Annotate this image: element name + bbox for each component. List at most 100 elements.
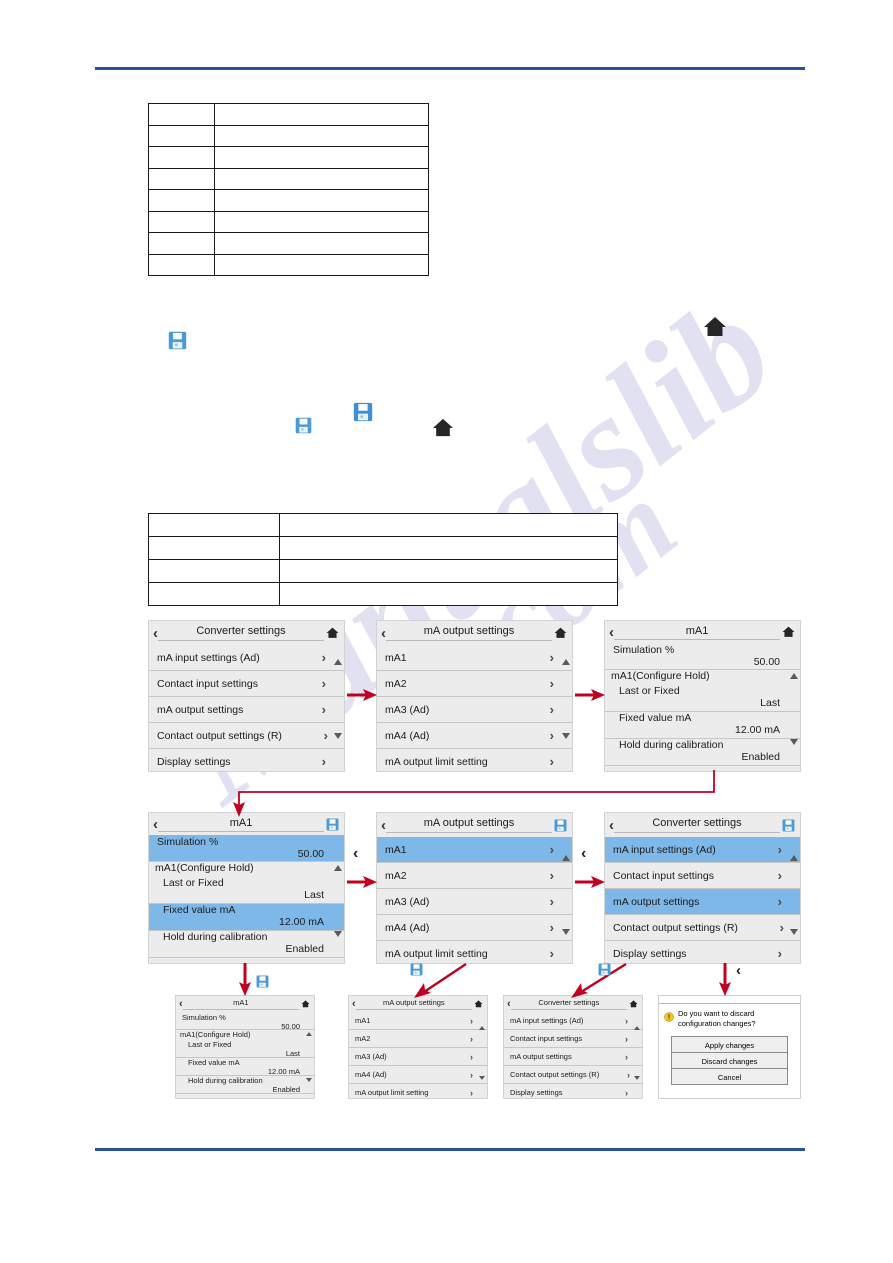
discard-changes-dialog[interactable]: Do you want to discard configuration cha… xyxy=(658,995,801,1099)
menu-item[interactable]: mA3 (Ad) › xyxy=(377,889,572,915)
scroll-up-icon[interactable] xyxy=(334,659,342,665)
menu-item[interactable]: mA4 (Ad) › xyxy=(377,723,572,749)
scroll-up-icon[interactable] xyxy=(334,865,342,871)
menu-item[interactable]: mA3 (Ad) › xyxy=(377,697,572,723)
menu-item-selected[interactable]: mA1 › xyxy=(377,837,572,863)
scroll-down-icon[interactable] xyxy=(562,733,570,739)
chevron-right-icon: › xyxy=(549,946,554,961)
menu-item[interactable]: mA1 › xyxy=(377,645,572,671)
value-item[interactable]: Simulation % 50.00 xyxy=(605,643,800,670)
screen-ma1-1[interactable]: ‹ mA1 Simulation % 50.00 mA1(Configure H… xyxy=(604,620,801,772)
menu-item[interactable]: mA2 › xyxy=(349,1030,487,1048)
value-item[interactable]: Hold during calibration Enabled xyxy=(605,739,800,766)
screen-ma1-saved[interactable]: ‹ mA1 Simulation % 50.00 mA1(Configure H… xyxy=(175,995,315,1099)
screen-ma1-edited[interactable]: ‹ mA1 Simulation % 50.00 mA1(Configure H… xyxy=(148,812,345,964)
value-item[interactable]: Simulation % 50.00 xyxy=(176,1012,314,1031)
value-item[interactable]: Last or Fixed Last xyxy=(605,685,800,712)
screen-ma-output-settings-selected[interactable]: ‹ mA output settings mA1 › mA2 › mA3 (Ad… xyxy=(376,812,573,964)
scroll-down-icon[interactable] xyxy=(306,1078,312,1082)
scroll-down-icon[interactable] xyxy=(334,931,342,937)
value-item[interactable]: Fixed value mA 12.00 mA xyxy=(605,712,800,739)
value-item[interactable]: Hold during calibration Enabled xyxy=(176,1076,314,1094)
apply-changes-button[interactable]: Apply changes xyxy=(671,1036,788,1054)
save-floppy-icon[interactable] xyxy=(324,818,340,831)
menu-item[interactable]: Contact input settings › xyxy=(605,863,800,889)
save-floppy-icon[interactable] xyxy=(780,819,796,832)
menu-item[interactable]: Display settings › xyxy=(504,1084,642,1098)
value-list: Simulation % 50.00 mA1(Configure Hold) L… xyxy=(176,1012,314,1094)
menu-item[interactable]: mA output limit setting › xyxy=(377,941,572,963)
menu-item[interactable]: mA output settings › xyxy=(149,697,344,723)
menu-item[interactable]: Display settings › xyxy=(605,941,800,963)
home-icon[interactable] xyxy=(472,1000,484,1008)
home-icon[interactable] xyxy=(627,1000,639,1008)
scroll-up-icon[interactable] xyxy=(306,1032,312,1036)
value-item-label: Last or Fixed xyxy=(188,1040,232,1049)
scroll-down-icon[interactable] xyxy=(790,929,798,935)
menu-item-selected[interactable]: mA output settings › xyxy=(605,889,800,915)
menu-item[interactable]: Contact output settings (R) › xyxy=(149,723,344,749)
menu-item[interactable]: mA2 › xyxy=(377,863,572,889)
menu-item[interactable]: mA2 › xyxy=(377,671,572,697)
scrollbar[interactable] xyxy=(634,1026,640,1080)
menu-item[interactable]: mA3 (Ad) › xyxy=(349,1048,487,1066)
menu-item[interactable]: mA1 › xyxy=(349,1012,487,1030)
cancel-button[interactable]: Cancel xyxy=(671,1068,788,1086)
menu-item[interactable]: mA output limit setting › xyxy=(349,1084,487,1098)
value-item-label: Simulation % xyxy=(613,644,675,656)
menu-item[interactable]: mA4 (Ad) › xyxy=(349,1066,487,1084)
home-icon[interactable] xyxy=(324,627,340,639)
home-icon[interactable] xyxy=(780,626,796,638)
save-floppy-icon[interactable] xyxy=(552,819,568,832)
back-icon[interactable]: ‹ xyxy=(736,962,741,979)
value-item[interactable]: Last or Fixed Last xyxy=(176,1040,314,1058)
scroll-down-icon[interactable] xyxy=(334,733,342,739)
menu-item[interactable]: Contact output settings (R) › xyxy=(605,915,800,941)
scrollbar[interactable] xyxy=(790,855,798,935)
menu-item[interactable]: Contact input settings › xyxy=(504,1030,642,1048)
screen-converter-settings-1[interactable]: ‹ Converter settings mA input settings (… xyxy=(148,620,345,772)
menu-item-selected[interactable]: mA input settings (Ad) › xyxy=(605,837,800,863)
value-item[interactable]: Last or Fixed Last xyxy=(149,877,344,904)
screen-ma-output-settings-saved[interactable]: ‹ mA output settings mA1 › mA2 › mA3 (Ad… xyxy=(348,995,488,1099)
value-item[interactable]: Hold during calibration Enabled xyxy=(149,931,344,958)
menu-item[interactable]: mA input settings (Ad) › xyxy=(504,1012,642,1030)
value-item[interactable]: Fixed value mA 12.00 mA xyxy=(176,1058,314,1076)
scroll-up-icon[interactable] xyxy=(634,1026,640,1030)
screen-converter-settings-saved[interactable]: ‹ Converter settings mA input settings (… xyxy=(503,995,643,1099)
scroll-up-icon[interactable] xyxy=(790,673,798,679)
back-icon[interactable]: ‹ xyxy=(353,845,358,863)
menu-item-label: mA1 xyxy=(385,651,407,664)
scroll-down-icon[interactable] xyxy=(479,1076,485,1080)
scrollbar[interactable] xyxy=(334,865,342,937)
scroll-up-icon[interactable] xyxy=(479,1026,485,1030)
screen-title: mA output settings xyxy=(386,817,552,833)
scroll-up-icon[interactable] xyxy=(790,855,798,861)
value-item-selected[interactable]: Simulation % 50.00 xyxy=(149,835,344,862)
scroll-up-icon[interactable] xyxy=(562,659,570,665)
back-icon[interactable]: ‹ xyxy=(581,845,586,863)
scrollbar[interactable] xyxy=(562,659,570,739)
value-item-selected[interactable]: Fixed value mA 12.00 mA xyxy=(149,904,344,931)
scrollbar[interactable] xyxy=(790,673,798,745)
scrollbar[interactable] xyxy=(479,1026,485,1080)
scrollbar[interactable] xyxy=(562,855,570,935)
discard-changes-button[interactable]: Discard changes xyxy=(671,1052,788,1070)
menu-item[interactable]: Display settings › xyxy=(149,749,344,771)
scrollbar[interactable] xyxy=(306,1032,312,1082)
scrollbar[interactable] xyxy=(334,659,342,739)
scroll-down-icon[interactable] xyxy=(790,739,798,745)
menu-item[interactable]: Contact output settings (R) › xyxy=(504,1066,642,1084)
menu-item[interactable]: mA output limit setting › xyxy=(377,749,572,771)
menu-item[interactable]: mA input settings (Ad) › xyxy=(149,645,344,671)
screen-converter-settings-selected[interactable]: ‹ Converter settings mA input settings (… xyxy=(604,812,801,964)
menu-item[interactable]: mA4 (Ad) › xyxy=(377,915,572,941)
screen-ma-output-settings-1[interactable]: ‹ mA output settings mA1 › mA2 › mA3 (Ad… xyxy=(376,620,573,772)
scroll-down-icon[interactable] xyxy=(634,1076,640,1080)
menu-item[interactable]: mA output settings › xyxy=(504,1048,642,1066)
menu-item[interactable]: Contact input settings › xyxy=(149,671,344,697)
home-icon[interactable] xyxy=(552,627,568,639)
home-icon[interactable] xyxy=(299,1000,311,1008)
scroll-down-icon[interactable] xyxy=(562,929,570,935)
scroll-up-icon[interactable] xyxy=(562,855,570,861)
